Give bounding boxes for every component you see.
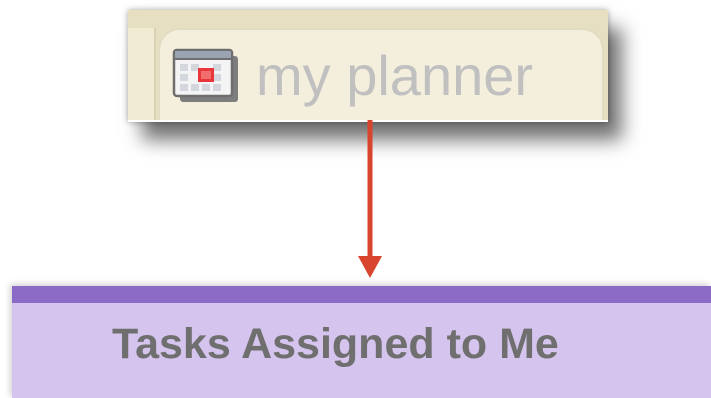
planner-tab-callout: my planner	[128, 10, 608, 122]
annotated-screenshot: my planner Tasks Assigned to Me	[0, 0, 711, 398]
calendar-icon	[172, 48, 238, 102]
red-down-arrow	[358, 120, 382, 278]
section-title: Tasks Assigned to Me	[112, 320, 559, 368]
header-accent-stripe	[12, 286, 711, 303]
tasks-assigned-header: Tasks Assigned to Me	[12, 286, 711, 398]
my-planner-tab[interactable]: my planner	[158, 28, 604, 122]
adjacent-tab-edge	[128, 28, 156, 122]
tab-label: my planner	[256, 44, 534, 107]
